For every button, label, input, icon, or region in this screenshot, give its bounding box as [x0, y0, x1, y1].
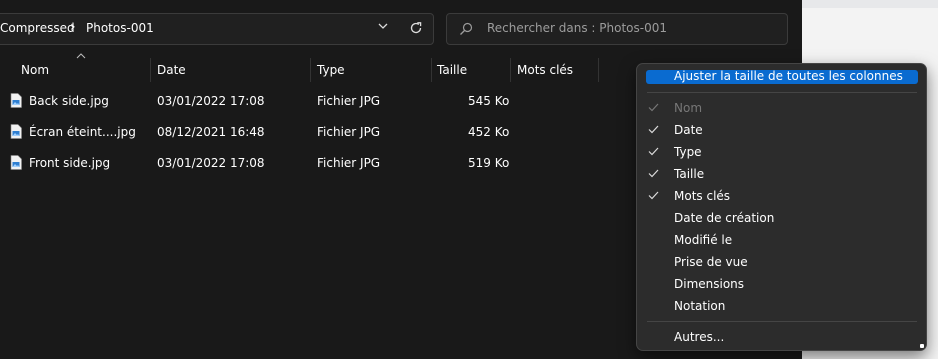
check-icon	[648, 147, 659, 156]
file-date: 03/01/2022 17:08	[157, 94, 265, 108]
column-header-name[interactable]: Nom	[21, 62, 49, 82]
file-row[interactable]: Back side.jpg 03/01/2022 17:08 Fichier J…	[0, 90, 600, 114]
check-icon	[648, 103, 659, 112]
file-name: Back side.jpg	[29, 94, 109, 108]
menu-item-fit-all-columns[interactable]: Ajuster la taille de toutes les colonnes	[674, 69, 903, 83]
menu-item-label: Mots clés	[674, 189, 731, 203]
column-divider[interactable]	[510, 58, 511, 82]
menu-item-label: Modifié le	[674, 233, 733, 247]
chevron-down-icon[interactable]	[378, 22, 388, 30]
menu-separator	[647, 92, 917, 93]
column-header-size[interactable]: Taille	[437, 62, 467, 82]
menu-item-prise-de-vue[interactable]: Prise de vue	[637, 251, 926, 273]
column-divider[interactable]	[598, 58, 599, 82]
menu-item-type[interactable]: Type	[637, 141, 926, 163]
menu-item-label: Dimensions	[674, 277, 745, 291]
file-row[interactable]: Front side.jpg 03/01/2022 17:08 Fichier …	[0, 152, 600, 176]
breadcrumb-photos-001[interactable]: Photos-001	[86, 21, 154, 35]
column-header-type[interactable]: Type	[317, 62, 345, 82]
column-divider[interactable]	[431, 58, 432, 82]
menu-item-label: Autres...	[674, 330, 725, 344]
file-size: 452 Ko	[468, 125, 510, 139]
column-context-menu: Ajuster la taille de toutes les colonnes…	[636, 63, 927, 351]
menu-item-dimensions[interactable]: Dimensions	[637, 273, 926, 295]
file-date: 08/12/2021 16:48	[157, 125, 265, 139]
column-header-tags[interactable]: Mots clés	[517, 62, 573, 82]
column-header-date[interactable]: Date	[157, 62, 186, 82]
menu-item-modifie-le[interactable]: Modifié le	[637, 229, 926, 251]
search-input[interactable]: Rechercher dans : Photos-001	[487, 21, 667, 35]
menu-item-mots-cles[interactable]: Mots clés	[637, 185, 926, 207]
menu-item-label: Taille	[674, 167, 705, 181]
file-date: 03/01/2022 17:08	[157, 156, 265, 170]
file-name: Écran éteint....jpg	[29, 125, 136, 139]
column-divider[interactable]	[150, 58, 151, 82]
file-size: 519 Ko	[468, 156, 510, 170]
file-size: 545 Ko	[468, 94, 510, 108]
menu-item-taille[interactable]: Taille	[637, 163, 926, 185]
menu-item-nom: Nom	[637, 97, 926, 119]
menu-item-label: Nom	[674, 101, 703, 115]
file-type: Fichier JPG	[317, 156, 381, 170]
jpg-file-icon	[10, 155, 22, 170]
menu-item-date-de-creation[interactable]: Date de création	[637, 207, 926, 229]
breadcrumb-compressed[interactable]: Compressed	[0, 21, 75, 35]
check-icon	[648, 191, 659, 200]
menu-separator	[647, 321, 917, 322]
menu-item-label: Type	[674, 145, 702, 159]
breadcrumb-separator-icon: ›	[70, 19, 76, 35]
file-name: Front side.jpg	[29, 156, 111, 170]
menu-item-label: Prise de vue	[674, 255, 748, 269]
file-type: Fichier JPG	[317, 94, 381, 108]
check-icon	[648, 125, 659, 134]
jpg-file-icon	[10, 124, 22, 139]
file-row[interactable]: Écran éteint....jpg 08/12/2021 16:48 Fic…	[0, 121, 600, 145]
menu-item-label: Notation	[674, 299, 726, 313]
refresh-icon[interactable]	[409, 21, 423, 35]
column-divider[interactable]	[310, 58, 311, 82]
menu-item-notation[interactable]: Notation	[637, 295, 926, 317]
menu-item-label: Date	[674, 123, 703, 137]
sort-ascending-icon	[76, 53, 86, 59]
check-icon	[648, 169, 659, 178]
jpg-file-icon	[10, 93, 22, 108]
menu-item-autres[interactable]: Autres...	[637, 326, 926, 348]
file-type: Fichier JPG	[317, 125, 381, 139]
menu-item-date[interactable]: Date	[637, 119, 926, 141]
menu-item-label: Date de création	[674, 211, 775, 225]
search-icon	[460, 22, 473, 35]
resize-grip	[920, 344, 924, 348]
